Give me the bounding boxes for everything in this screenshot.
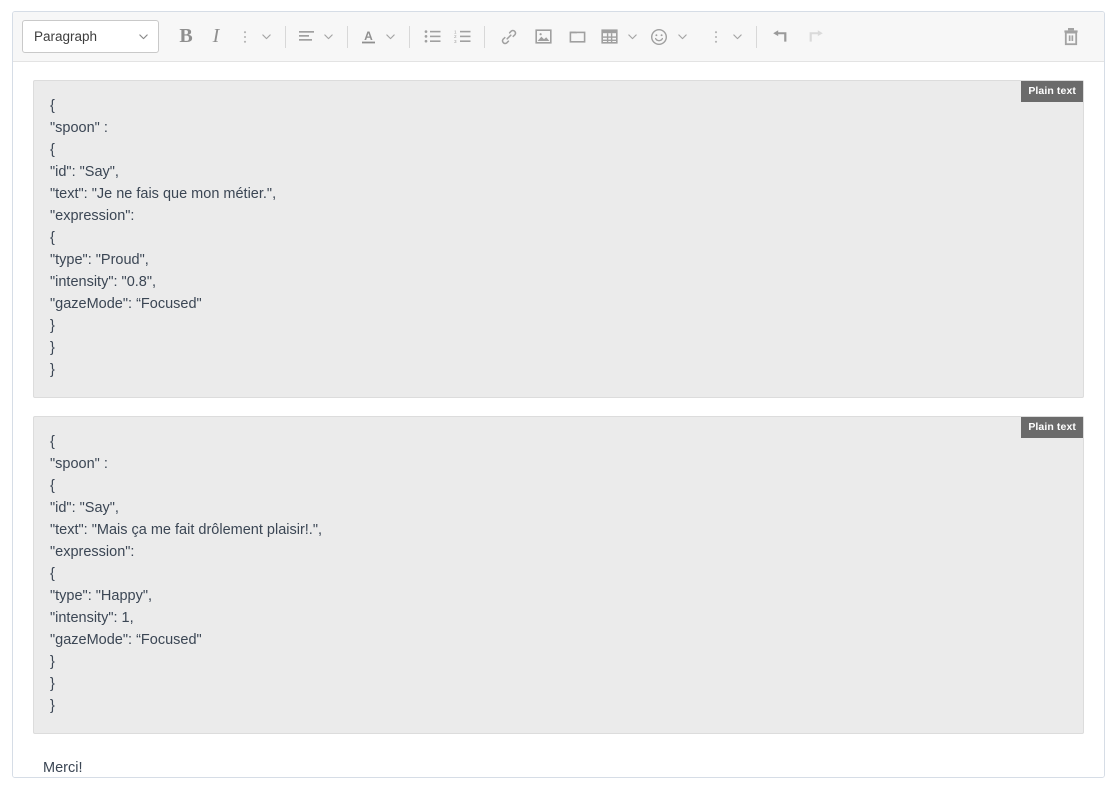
more-options-group xyxy=(702,22,749,52)
table-icon[interactable] xyxy=(594,22,624,52)
chevron-down-icon xyxy=(138,31,149,42)
text-color-chevron-down-icon[interactable] xyxy=(382,22,399,52)
more-text-formats-icon[interactable] xyxy=(231,22,258,52)
editor-content-area[interactable]: Plain text { "spoon" : { "id": "Say", "t… xyxy=(13,62,1104,777)
plain-text-badge[interactable]: Plain text xyxy=(1021,417,1083,438)
bold-button[interactable]: B xyxy=(171,22,201,52)
toolbar-separator xyxy=(285,25,286,48)
code-line: { xyxy=(50,478,55,494)
text-color-group: A xyxy=(355,22,402,52)
editor-toolbar: Paragraph B I A 1 2 3 xyxy=(13,12,1104,62)
paragraph-style-select[interactable]: Paragraph xyxy=(22,20,159,53)
undo-icon[interactable] xyxy=(764,22,798,52)
plain-text-badge[interactable]: Plain text xyxy=(1021,81,1083,102)
table-group xyxy=(594,22,644,52)
code-block[interactable]: Plain text { "spoon" : { "id": "Say", "t… xyxy=(33,416,1084,734)
toolbar-separator xyxy=(484,25,485,48)
code-line: { xyxy=(50,142,55,158)
code-line: } xyxy=(50,362,55,378)
code-line: { xyxy=(50,230,55,246)
toolbar-separator xyxy=(756,25,757,48)
toolbar-left-group: Paragraph B I A 1 2 3 xyxy=(22,20,944,53)
svg-text:A: A xyxy=(364,29,373,43)
code-line: { xyxy=(50,98,55,114)
rich-text-editor: Paragraph B I A 1 2 3 Plain text {"spoo… xyxy=(12,11,1105,778)
italic-button[interactable]: I xyxy=(201,22,231,52)
code-line: "id": "Say", xyxy=(50,500,119,516)
code-line: { xyxy=(50,434,55,450)
code-line: "type": "Happy", xyxy=(50,588,152,604)
code-line: "intensity": "0.8", xyxy=(50,274,157,290)
align-chevron-down-icon[interactable] xyxy=(320,22,337,52)
code-line: } xyxy=(50,654,55,670)
code-line: } xyxy=(50,676,55,692)
text-color-icon[interactable]: A xyxy=(355,22,382,52)
code-line: "type": "Proud", xyxy=(50,252,149,268)
code-line: "intensity": 1, xyxy=(50,610,134,626)
more-text-formats-group xyxy=(231,22,278,52)
more-options-icon[interactable] xyxy=(702,22,729,52)
toolbar-separator xyxy=(409,25,410,48)
more-options-chevron-down-icon[interactable] xyxy=(729,22,746,52)
code-line: "spoon" : xyxy=(50,120,108,136)
svg-text:3: 3 xyxy=(454,39,457,44)
align-group xyxy=(293,22,340,52)
code-line: "gazeMode": “Focused" xyxy=(50,296,202,312)
image-icon[interactable] xyxy=(526,22,560,52)
code-line: "expression": xyxy=(50,208,135,224)
bulleted-list-icon[interactable] xyxy=(417,22,447,52)
numbered-list-icon[interactable]: 1 2 3 xyxy=(447,22,477,52)
code-line: "text": "Mais ça me fait drôlement plais… xyxy=(50,522,323,538)
code-line: "gazeMode": “Focused" xyxy=(50,632,202,648)
redo-icon[interactable] xyxy=(798,22,832,52)
code-line: "id": "Say", xyxy=(50,164,119,180)
closing-paragraph[interactable]: Merci! xyxy=(33,752,1084,777)
code-line: "expression": xyxy=(50,544,135,560)
link-icon[interactable] xyxy=(492,22,526,52)
more-text-formats-chevron-down-icon[interactable] xyxy=(258,22,275,52)
toolbar-separator xyxy=(347,25,348,48)
table-chevron-down-icon[interactable] xyxy=(624,22,641,52)
code-line: } xyxy=(50,340,55,356)
code-line: } xyxy=(50,698,55,714)
code-line: "text": "Je ne fais que mon métier.", xyxy=(50,186,277,202)
code-line: { xyxy=(50,566,55,582)
emoji-chevron-down-icon[interactable] xyxy=(674,22,691,52)
code-line: } xyxy=(50,318,55,334)
delete-icon[interactable] xyxy=(1056,22,1086,52)
emoji-group xyxy=(644,22,694,52)
code-block[interactable]: Plain text { "spoon" : { "id": "Say", "t… xyxy=(33,80,1084,398)
paragraph-style-value: Paragraph xyxy=(34,28,98,44)
folder-icon[interactable] xyxy=(560,22,594,52)
emoji-icon[interactable] xyxy=(644,22,674,52)
code-line: "spoon" : xyxy=(50,456,108,472)
align-left-icon[interactable] xyxy=(293,22,320,52)
